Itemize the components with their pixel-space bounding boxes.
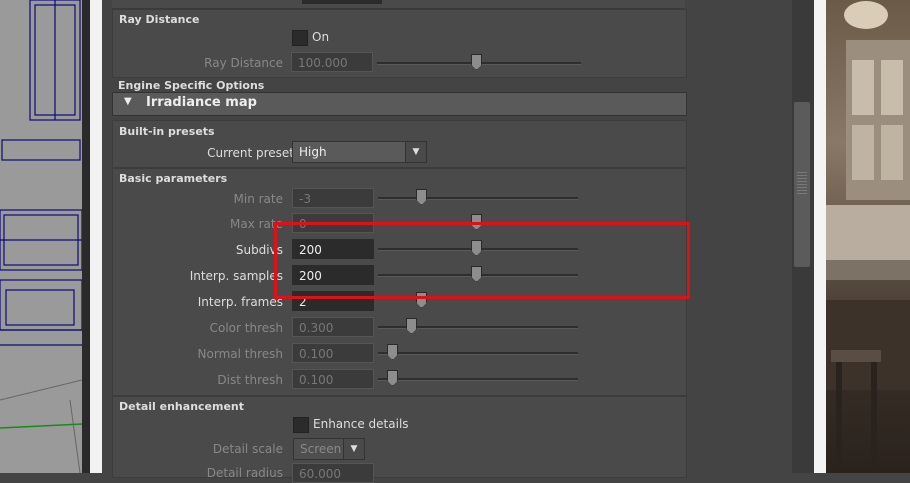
detail-scale-label: Detail scale	[212, 442, 283, 456]
irradiance-map-rollout-header[interactable]: ▼ Irradiance map	[112, 92, 687, 116]
dist-thresh-slider-handle[interactable]	[387, 370, 398, 386]
detail-radius-field[interactable]: 60.000	[292, 463, 374, 483]
interp-samples-label: Interp. samples	[189, 269, 283, 283]
right-viewport-render[interactable]	[826, 0, 910, 473]
ray-distance-section: Ray Distance On Ray Distance 100.000	[112, 9, 687, 78]
min-rate-slider-track[interactable]	[378, 197, 578, 200]
left-viewport-wireframe[interactable]	[0, 0, 82, 473]
color-thresh-label: Color thresh	[209, 321, 283, 335]
ray-distance-slider-handle[interactable]	[471, 54, 482, 70]
min-rate-field[interactable]: -3	[292, 188, 374, 208]
dist-thresh-label: Dist thresh	[217, 373, 283, 387]
section-title: Basic parameters	[119, 172, 228, 185]
panel-scrollbar[interactable]	[792, 0, 814, 473]
enhance-details-checkbox[interactable]	[293, 417, 309, 433]
current-preset-dropdown[interactable]: High ▼	[292, 141, 427, 163]
normal-thresh-label: Normal thresh	[197, 347, 283, 361]
dist-thresh-field[interactable]: 0.100	[292, 369, 374, 389]
detail-enhancement-section: Detail enhancement Enhance details Detai…	[112, 396, 687, 483]
detail-radius-label: Detail radius	[206, 466, 283, 480]
engine-options-title: Engine Specific Options	[118, 79, 265, 92]
dist-thresh-slider-track[interactable]	[378, 378, 578, 381]
normal-thresh-slider-track[interactable]	[378, 352, 578, 355]
color-thresh-field[interactable]: 0.300	[292, 317, 374, 337]
ray-distance-label: Ray Distance	[204, 56, 283, 70]
previous-field[interactable]	[302, 0, 382, 4]
checkbox-label: Enhance details	[313, 417, 409, 431]
dropdown-value: Screen	[300, 442, 342, 456]
dropdown-value: High	[299, 145, 327, 159]
panel-border-left	[90, 0, 102, 473]
ray-distance-on-checkbox[interactable]	[292, 30, 308, 46]
rendered-kitchen-image	[826, 1, 910, 473]
subdivs-label: Subdivs	[235, 243, 283, 257]
section-title: Ray Distance	[119, 13, 200, 26]
color-thresh-slider-handle[interactable]	[406, 318, 417, 334]
interp-frames-label: Interp. frames	[197, 295, 283, 309]
normal-thresh-field[interactable]: 0.100	[292, 343, 374, 363]
checkbox-label: On	[312, 30, 330, 44]
highlight-annotation-box	[274, 222, 690, 299]
max-rate-label: Max rate	[230, 217, 283, 231]
collapse-arrow-icon: ▼	[124, 96, 132, 107]
attribute-editor-panel: Ray Distance On Ray Distance 100.000 Eng…	[102, 0, 792, 483]
detail-scale-dropdown[interactable]: Screen ▼	[293, 438, 365, 460]
chevron-down-icon: ▼	[405, 142, 426, 162]
section-title: Detail enhancement	[119, 400, 245, 413]
min-rate-label: Min rate	[233, 192, 283, 206]
ray-distance-field[interactable]: 100.000	[291, 52, 373, 72]
wireframe-drawing	[0, 0, 82, 473]
viewport-divider	[82, 0, 90, 473]
normal-thresh-slider-handle[interactable]	[387, 344, 398, 360]
grip-icon	[797, 172, 807, 194]
built-in-presets-section: Built-in presets Current preset High ▼	[112, 120, 687, 168]
previous-section-stub	[112, 0, 685, 9]
section-title: Built-in presets	[119, 125, 215, 138]
scrollbar-thumb[interactable]	[794, 102, 810, 267]
rollout-title: Irradiance map	[146, 95, 257, 110]
current-preset-label: Current preset	[207, 146, 294, 160]
min-rate-slider-handle[interactable]	[416, 189, 427, 205]
panel-border-right	[814, 0, 826, 473]
chevron-down-icon: ▼	[343, 439, 364, 459]
